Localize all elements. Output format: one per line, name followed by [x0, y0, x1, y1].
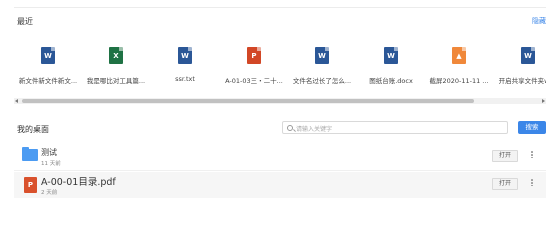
recent-file-name: 开启共享文件夹wi...: [498, 77, 546, 85]
recent-file-item[interactable]: W 图纸台账.docx: [357, 47, 425, 85]
item-name[interactable]: A-00-01目录.pdf: [41, 174, 116, 188]
recent-file-item[interactable]: Wssr.txt: [151, 47, 219, 83]
recent-file-item[interactable]: W 开启共享文件夹wi...: [494, 47, 546, 85]
scroll-left-arrow-icon[interactable]: [15, 98, 18, 103]
word-file-icon: W: [521, 47, 535, 64]
recent-file-name: 新文件新文件新文...: [18, 77, 78, 85]
recent-section-title: 最近: [17, 17, 33, 26]
word-file-icon: W: [178, 47, 192, 64]
scroll-right-arrow-icon[interactable]: [542, 98, 545, 103]
word-file-icon: W: [384, 47, 398, 64]
horizontal-scrollbar[interactable]: [14, 98, 546, 104]
powerpoint-file-icon: P: [247, 47, 261, 64]
recent-file-item[interactable]: ▲ 截屏2020-11-11 ...: [425, 47, 493, 85]
more-options-icon[interactable]: [530, 150, 534, 162]
desktop-row-pdf[interactable]: P A-00-01目录.pdf 2 天前 打开: [14, 172, 546, 198]
top-divider: [14, 7, 546, 8]
recent-file-name: 截屏2020-11-11 ...: [429, 77, 489, 85]
item-modified-time: 11 天前: [41, 161, 61, 167]
recent-file-item[interactable]: P A-01-03三・二十...: [220, 47, 288, 85]
folder-icon: [22, 147, 38, 161]
recent-files-strip: W 新文件新文件新文... X 我是哪比对工具篇... Wssr.txt P A-01-03…: [14, 47, 546, 91]
recent-file-name: 文件名过长了怎么...: [292, 77, 352, 85]
recent-file-name: 图纸台账.docx: [369, 77, 413, 85]
recent-hide-link[interactable]: 隐藏: [532, 16, 546, 26]
recent-file-item[interactable]: W 文件名过长了怎么...: [288, 47, 356, 85]
pdf-file-icon: P: [24, 177, 37, 193]
search-button[interactable]: 搜索: [518, 121, 546, 134]
word-file-icon: W: [315, 47, 329, 64]
desktop-row-folder[interactable]: 测试 11 天前 打开: [14, 144, 546, 170]
word-file-icon: W: [41, 47, 55, 64]
open-button[interactable]: 打开: [492, 178, 518, 190]
image-file-icon: ▲: [452, 47, 466, 64]
recent-file-name: 我是哪比对工具篇...: [86, 77, 146, 85]
search-placeholder: 请输入关键字: [296, 126, 333, 133]
recent-file-item[interactable]: X 我是哪比对工具篇...: [82, 47, 150, 85]
recent-file-name: A-01-03三・二十...: [225, 77, 283, 85]
search-input[interactable]: 请输入关键字: [282, 121, 508, 134]
search-icon: [287, 124, 293, 131]
excel-file-icon: X: [109, 47, 123, 64]
item-name[interactable]: 测试: [41, 147, 57, 158]
scrollbar-thumb[interactable]: [22, 99, 474, 103]
open-button[interactable]: 打开: [492, 150, 518, 162]
desktop-section-title: 我的桌面: [17, 125, 49, 134]
recent-file-item[interactable]: W 新文件新文件新文...: [14, 47, 82, 85]
more-options-icon[interactable]: [530, 178, 534, 190]
item-modified-time: 2 天前: [41, 190, 58, 196]
row-divider: [14, 170, 546, 171]
recent-file-name: ssr.txt: [175, 75, 195, 83]
